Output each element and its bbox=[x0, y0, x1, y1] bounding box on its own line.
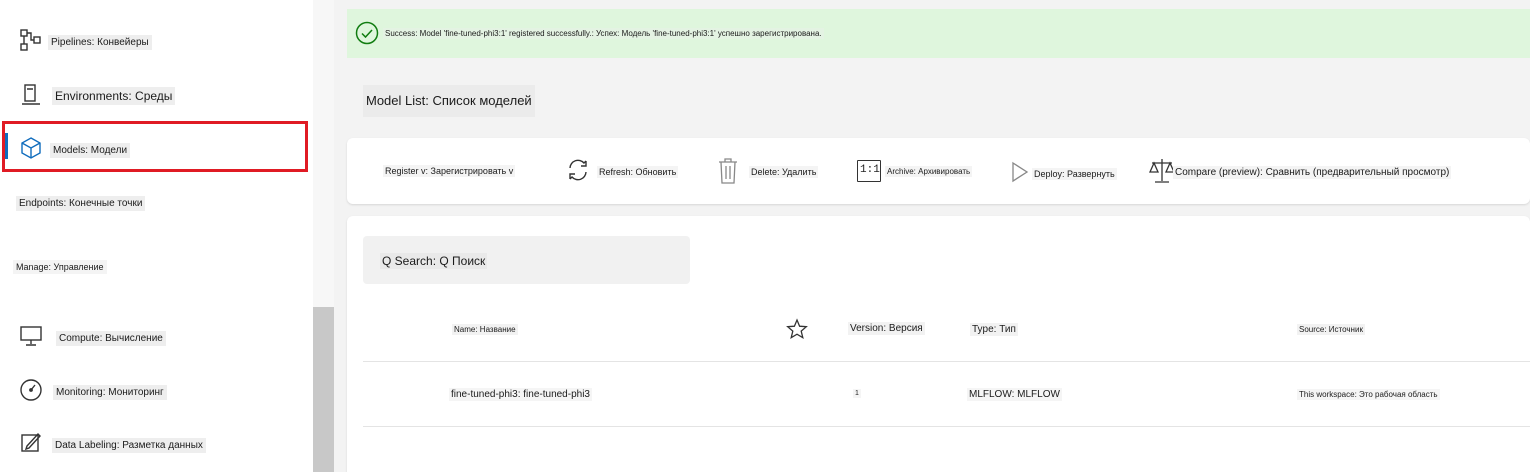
compute-icon bbox=[19, 324, 43, 348]
model-version: 1 bbox=[853, 389, 861, 398]
compare-button[interactable]: Compare (preview): Сравнить (предварител… bbox=[1149, 157, 1454, 187]
register-button-label: Register v: Зарегистрировать v bbox=[383, 165, 516, 177]
deploy-button-label: Deploy: Развернуть bbox=[1032, 168, 1117, 180]
favorite-star-icon[interactable] bbox=[786, 318, 808, 345]
sidebar-item-endpoints[interactable]: Endpoints: Конечные точки bbox=[0, 192, 313, 216]
sidebar-item-compute[interactable]: Compute: Вычисление bbox=[0, 322, 313, 352]
deploy-button[interactable]: Deploy: Развернуть bbox=[1010, 160, 1117, 186]
environments-icon bbox=[19, 83, 43, 107]
delete-button[interactable]: Delete: Удалить bbox=[716, 157, 821, 187]
pipelines-icon bbox=[19, 28, 43, 52]
sidebar-item-models[interactable]: Models: Модели bbox=[0, 134, 313, 164]
compare-button-label: Compare (preview): Сравнить (предварител… bbox=[1173, 166, 1452, 179]
compare-scales-icon bbox=[1149, 157, 1175, 185]
sidebar-section-manage: Manage: Управление bbox=[0, 258, 313, 278]
data-labeling-icon bbox=[19, 431, 43, 455]
sidebar-item-data-labeling[interactable]: Data Labeling: Разметка данных bbox=[0, 430, 313, 460]
table-row-divider bbox=[363, 426, 1530, 427]
deploy-icon bbox=[1010, 161, 1030, 183]
archive-icon: 1:1 bbox=[857, 160, 881, 182]
monitoring-icon bbox=[19, 378, 43, 402]
column-header-type[interactable]: Type: Тип bbox=[970, 323, 1018, 336]
sidebar-item-pipelines[interactable]: Pipelines: Конвейеры bbox=[0, 26, 313, 56]
sidebar-item-monitoring[interactable]: Monitoring: Мониторинг bbox=[0, 376, 313, 406]
sidebar-item-label: Compute: Вычисление bbox=[56, 331, 166, 346]
sidebar-item-label: Environments: Среды bbox=[52, 87, 176, 105]
model-name-link[interactable]: fine-tuned-phi3: fine-tuned-phi3 bbox=[449, 388, 592, 401]
section-heading: Manage: Управление bbox=[13, 260, 107, 274]
archive-button-label: Archive: Архивировать bbox=[885, 166, 973, 177]
sidebar-item-label: Endpoints: Конечные точки bbox=[16, 196, 146, 211]
archive-button[interactable]: 1:1 Archive: Архивировать bbox=[857, 160, 973, 186]
column-header-version[interactable]: Version: Версия bbox=[848, 322, 925, 335]
refresh-icon bbox=[565, 157, 591, 183]
column-header-name[interactable]: Name: Название bbox=[452, 324, 518, 335]
models-icon bbox=[19, 136, 43, 160]
trash-icon bbox=[716, 157, 740, 185]
archive-icon-text: 1:1 bbox=[860, 164, 880, 176]
register-button[interactable]: Register v: Зарегистрировать v bbox=[383, 160, 533, 184]
search-placeholder: Q Search: Q Поиск bbox=[380, 253, 488, 269]
sidebar-item-label: Monitoring: Мониторинг bbox=[53, 385, 167, 400]
refresh-button[interactable]: Refresh: Обновить bbox=[565, 156, 680, 186]
page-title: Model List: Список моделей bbox=[363, 85, 535, 117]
delete-button-label: Delete: Удалить bbox=[749, 166, 819, 178]
success-message: Success: Model 'fine-tuned-phi3:1' regis… bbox=[383, 28, 824, 39]
sidebar-scrollbar-thumb[interactable] bbox=[313, 307, 334, 472]
sidebar-item-label: Data Labeling: Разметка данных bbox=[52, 438, 206, 453]
sidebar-item-environments[interactable]: Environments: Среды bbox=[0, 80, 313, 112]
success-check-icon bbox=[355, 21, 379, 45]
model-source: This workspace: Это рабочая область bbox=[1297, 389, 1440, 400]
column-header-source[interactable]: Source: Источник bbox=[1297, 324, 1365, 335]
refresh-button-label: Refresh: Обновить bbox=[597, 166, 679, 178]
sidebar: Pipelines: Конвейеры Environments: Среды… bbox=[0, 0, 313, 472]
sidebar-item-label: Pipelines: Конвейеры bbox=[48, 35, 152, 50]
model-type: MLFLOW: MLFLOW bbox=[967, 388, 1062, 401]
sidebar-item-label: Models: Модели bbox=[50, 143, 131, 158]
